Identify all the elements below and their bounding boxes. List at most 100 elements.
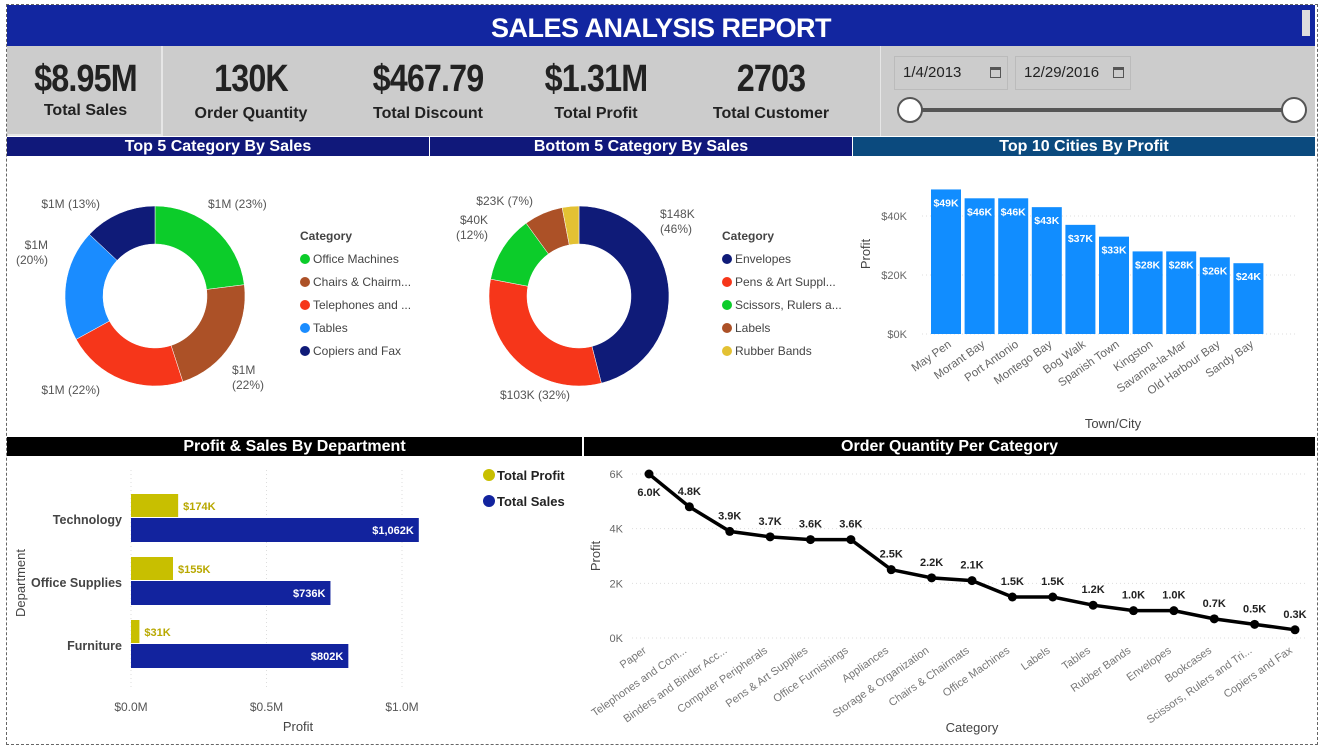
data-point <box>806 535 815 545</box>
legend-top5: Category Office Machines Chairs & Chairm.… <box>300 229 411 358</box>
data-label: $23K (7%) <box>476 194 533 208</box>
y-tick-label: 2K <box>610 578 624 590</box>
legend-item[interactable]: Pens & Art Suppl... <box>722 275 842 289</box>
x-tick-label: $0.0M <box>114 700 147 714</box>
donut-slice <box>154 205 245 290</box>
data-label: 3.6K <box>839 519 862 531</box>
data-point <box>927 573 937 583</box>
y-tick-label: 0K <box>610 633 624 645</box>
y-tick-label: $0K <box>887 329 907 341</box>
x-tick-label: Paper <box>618 644 649 671</box>
legend-marker <box>300 254 310 264</box>
legend-item[interactable]: Copiers and Fax <box>300 344 411 358</box>
y-tick-label: 6K <box>610 469 624 481</box>
data-label: $1M (13%) <box>41 197 100 211</box>
legend-item[interactable]: Chairs & Chairm... <box>300 275 411 289</box>
x-tick-label: Tables <box>1060 644 1093 672</box>
y-tick-label: $40K <box>881 211 907 223</box>
legend-label: Envelopes <box>735 252 792 266</box>
y-axis-title: Department <box>13 549 28 617</box>
data-label: $802K <box>311 651 343 663</box>
bar <box>998 198 1029 334</box>
data-label: $37K <box>1068 233 1094 245</box>
data-label: 1.5K <box>1041 576 1064 588</box>
legend-item[interactable]: Tables <box>300 321 411 335</box>
legend-marker <box>483 469 495 481</box>
data-label: 0.3K <box>1283 609 1306 621</box>
data-label: $26K <box>1202 265 1228 277</box>
data-label: 0.7K <box>1203 598 1226 610</box>
data-label: 4.8K <box>678 486 701 498</box>
legend-title: Category <box>300 229 353 243</box>
legend-item[interactable]: Envelopes <box>722 252 842 266</box>
bar <box>931 189 961 334</box>
legend-item[interactable]: Scissors, Rulers a... <box>722 298 842 312</box>
x-axis-title: Town/City <box>1085 416 1142 431</box>
data-label: (22%) <box>232 378 264 392</box>
legend-label: Labels <box>735 321 771 335</box>
data-label: 3.9K <box>718 510 741 522</box>
data-point <box>1129 606 1138 616</box>
data-label: $43K <box>1034 215 1060 227</box>
x-tick-label: Office Machines <box>941 644 1013 699</box>
data-point <box>1048 592 1058 602</box>
charts-layer: $1M (23%)$1M(22%)$1M (22%)$1M(20%)$1M (1… <box>13 189 1307 735</box>
x-tick-label: $1.0M <box>385 700 418 714</box>
data-label: $174K <box>183 501 215 513</box>
data-label: $148K <box>660 207 695 221</box>
legend-title: Category <box>722 229 775 243</box>
data-label: 1.0K <box>1122 590 1145 602</box>
x-tick-label: Labels <box>1019 644 1053 673</box>
data-label: 2.1K <box>960 560 983 572</box>
data-label: $40K <box>460 213 488 227</box>
data-point <box>725 526 735 536</box>
legend-label: Pens & Art Suppl... <box>735 275 836 289</box>
y-axis-title: Profit <box>858 238 873 269</box>
data-label: $46K <box>967 206 993 218</box>
x-tick-label: $0.5M <box>250 700 283 714</box>
legend-marker <box>722 300 732 310</box>
data-label: $1M <box>232 363 255 377</box>
legend-label: Total Profit <box>497 468 565 483</box>
data-point <box>644 469 654 479</box>
data-label: $155K <box>178 564 210 576</box>
data-label: (46%) <box>660 222 692 236</box>
data-label: $33K <box>1101 245 1127 257</box>
legend-label: Telephones and ... <box>313 298 412 312</box>
data-label: $49K <box>933 197 959 209</box>
legend-marker <box>300 346 310 356</box>
data-label: $1,062K <box>372 525 414 537</box>
data-label: $736K <box>293 588 325 600</box>
legend-item[interactable]: Office Machines <box>300 252 411 266</box>
legend-label: Total Sales <box>497 494 565 509</box>
data-label: 1.5K <box>1001 576 1024 588</box>
legend-item[interactable]: Labels <box>722 321 842 335</box>
legend-item[interactable]: Rubber Bands <box>722 344 842 358</box>
y-tick-label: 4K <box>610 524 624 536</box>
data-point <box>1209 614 1219 624</box>
legend-marker <box>483 495 495 507</box>
x-tick-label: Copiers and Fax <box>1222 644 1295 700</box>
data-label: $1M <box>25 238 48 252</box>
x-axis-title: Profit <box>283 719 314 734</box>
legend-label: Office Machines <box>313 252 399 266</box>
legend-bottom5: Category Envelopes Pens & Art Suppl... Sci… <box>722 229 842 358</box>
category-label: Furniture <box>67 639 122 653</box>
legend-marker <box>722 254 732 264</box>
category-label: Office Supplies <box>31 576 122 590</box>
data-point <box>967 576 977 586</box>
profit-bar <box>131 494 179 517</box>
data-point <box>1250 619 1260 629</box>
legend-item[interactable]: Telephones and ... <box>300 298 411 312</box>
data-point <box>1290 625 1300 635</box>
data-label: 1.2K <box>1082 584 1105 596</box>
data-point <box>886 565 896 575</box>
data-point <box>1169 606 1179 616</box>
data-point <box>765 532 775 542</box>
data-label: $24K <box>1236 271 1262 283</box>
data-point <box>1007 592 1017 602</box>
series-line <box>647 472 1296 632</box>
legend-label: Chairs & Chairm... <box>313 275 412 289</box>
data-point <box>846 535 856 545</box>
legend-marker <box>722 277 732 287</box>
